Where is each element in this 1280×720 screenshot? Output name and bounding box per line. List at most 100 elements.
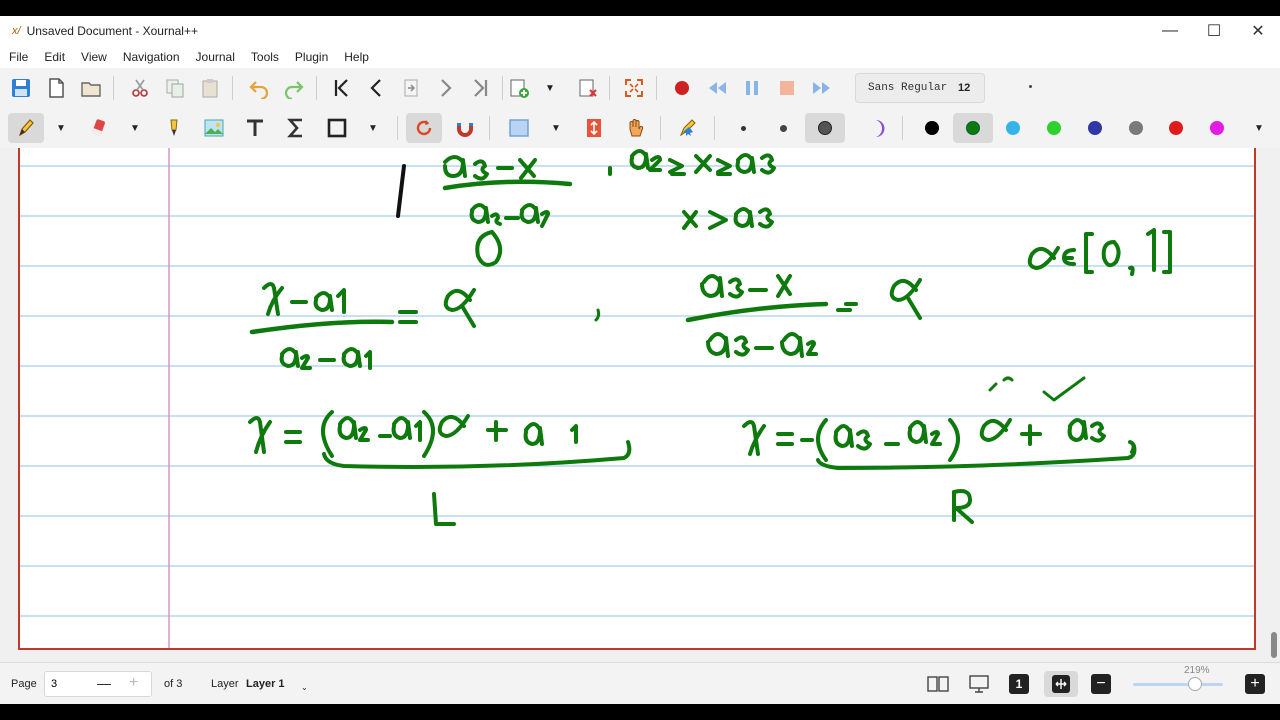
zoom-out-icon[interactable]: −	[1088, 671, 1114, 697]
redo-icon[interactable]	[279, 73, 309, 103]
color-dot-gray	[1128, 121, 1143, 135]
maximize-button[interactable]: ☐	[1192, 16, 1236, 46]
page-number-input[interactable]: 3 — +	[44, 671, 152, 697]
fast-forward-icon[interactable]	[807, 73, 837, 103]
pause-icon[interactable]	[737, 73, 767, 103]
page-count: of 3	[164, 678, 183, 690]
rotation-snapping-icon[interactable]	[406, 113, 442, 143]
tools-toolbar: ▼ ▼ ▼ ▼ ▼	[0, 108, 1280, 148]
layer-label: Layer	[211, 678, 239, 690]
vertical-scrollbar[interactable]	[1268, 148, 1280, 662]
highlighter-tool-icon[interactable]	[158, 113, 188, 143]
rewind-icon[interactable]	[702, 73, 732, 103]
palette-dropdown-icon[interactable]: ▼	[1252, 113, 1266, 143]
select-rectangle-icon[interactable]	[504, 113, 534, 143]
add-page-dropdown-icon[interactable]: ▼	[543, 73, 557, 103]
paste-icon[interactable]	[195, 73, 225, 103]
color-dot-green	[965, 121, 980, 135]
zoom-fit-icon[interactable]	[1044, 671, 1078, 697]
minimize-button[interactable]: —	[1148, 16, 1192, 46]
first-page-icon[interactable]	[326, 73, 356, 103]
presentation-mode-icon[interactable]	[966, 671, 992, 697]
cut-icon[interactable]	[125, 73, 155, 103]
menu-help[interactable]: Help	[336, 50, 377, 64]
decrement-page-icon[interactable]: —	[97, 675, 111, 691]
menu-file[interactable]: File	[1, 50, 36, 64]
stop-icon[interactable]	[772, 73, 802, 103]
color-dot-blue	[1087, 121, 1102, 135]
thin-size-dot[interactable]	[741, 126, 746, 131]
handwritten-ink	[248, 149, 1172, 526]
color-swatch-red[interactable]	[1156, 113, 1196, 143]
color-swatch-gray[interactable]	[1116, 113, 1156, 143]
color-swatch-light-blue[interactable]	[993, 113, 1033, 143]
thick-size-dot	[818, 121, 832, 135]
text-tool-icon[interactable]	[240, 113, 270, 143]
color-swatch-light-green[interactable]	[1034, 113, 1074, 143]
select-dropdown-icon[interactable]: ▼	[549, 113, 563, 143]
last-page-icon[interactable]	[466, 73, 496, 103]
undo-icon[interactable]	[244, 73, 274, 103]
close-button[interactable]: ✕	[1236, 16, 1280, 46]
add-page-icon[interactable]	[504, 73, 534, 103]
font-name: Sans Regular	[868, 82, 948, 94]
document-canvas[interactable]	[0, 148, 1268, 662]
open-folder-icon[interactable]	[76, 73, 106, 103]
color-dot-red	[1169, 121, 1184, 135]
copy-icon[interactable]	[160, 73, 190, 103]
menu-plugin[interactable]: Plugin	[287, 50, 336, 64]
menu-journal[interactable]: Journal	[188, 50, 243, 64]
eraser-tool-icon[interactable]	[84, 113, 114, 143]
title-bar: x/ Unsaved Document - Xournal++ — ☐ ✕	[0, 16, 1280, 46]
pen-settings-icon[interactable]	[673, 113, 703, 143]
font-size: 12	[958, 82, 971, 94]
font-selector[interactable]: Sans Regular 12	[855, 73, 985, 103]
color-dot-black	[925, 121, 939, 135]
color-swatch-magenta[interactable]	[1197, 113, 1237, 143]
medium-size-dot[interactable]	[780, 125, 787, 132]
color-swatch-blue[interactable]	[1075, 113, 1115, 143]
menu-edit[interactable]: Edit	[36, 50, 73, 64]
grid-snapping-icon[interactable]	[450, 113, 480, 143]
status-bar: Page 3 — + of 3 Layer Layer 1 ⌄ 1 − 219%…	[0, 662, 1280, 704]
page-drawing	[20, 148, 1254, 648]
fill-tool-icon[interactable]	[863, 113, 893, 143]
previous-page-icon[interactable]	[361, 73, 391, 103]
increment-page-icon[interactable]: +	[129, 674, 138, 692]
thick-size-button[interactable]	[805, 113, 845, 143]
zoom-100-icon[interactable]: 1	[1006, 671, 1032, 697]
ruled-page	[18, 148, 1256, 650]
layer-dropdown-icon[interactable]: ⌄	[301, 683, 308, 692]
latex-tool-icon[interactable]	[281, 113, 311, 143]
fullscreen-icon[interactable]	[619, 73, 649, 103]
goto-page-icon[interactable]	[396, 73, 426, 103]
menu-navigation[interactable]: Navigation	[115, 50, 188, 64]
shape-dropdown-icon[interactable]: ▼	[366, 113, 380, 143]
eraser-dropdown-icon[interactable]: ▼	[128, 113, 142, 143]
page-label: Page	[11, 678, 37, 690]
dual-page-icon[interactable]	[925, 671, 951, 697]
save-icon[interactable]	[6, 73, 36, 103]
scrollbar-thumb[interactable]	[1271, 632, 1277, 658]
hand-tool-icon[interactable]	[620, 113, 650, 143]
pen-tool-icon[interactable]	[8, 113, 44, 143]
new-document-icon[interactable]	[41, 73, 71, 103]
color-swatch-green[interactable]	[952, 113, 993, 143]
color-dot-magenta	[1209, 121, 1224, 135]
toolbar-spacer-dot	[1029, 85, 1032, 88]
next-page-icon[interactable]	[431, 73, 461, 103]
zoom-slider[interactable]	[1133, 683, 1223, 686]
zoom-slider-thumb[interactable]	[1188, 677, 1202, 691]
menu-view[interactable]: View	[73, 50, 115, 64]
record-icon[interactable]	[667, 73, 697, 103]
layer-select[interactable]: Layer 1	[246, 678, 285, 690]
menu-bar: File Edit View Navigation Journal Tools …	[0, 46, 1280, 68]
menu-tools[interactable]: Tools	[243, 50, 287, 64]
color-swatch-black[interactable]	[912, 113, 952, 143]
image-tool-icon[interactable]	[199, 113, 229, 143]
pen-dropdown-icon[interactable]: ▼	[54, 113, 68, 143]
zoom-in-icon[interactable]: +	[1242, 671, 1268, 697]
delete-page-icon[interactable]	[573, 73, 603, 103]
vertical-space-icon[interactable]	[579, 113, 609, 143]
shape-tool-icon[interactable]	[322, 113, 352, 143]
